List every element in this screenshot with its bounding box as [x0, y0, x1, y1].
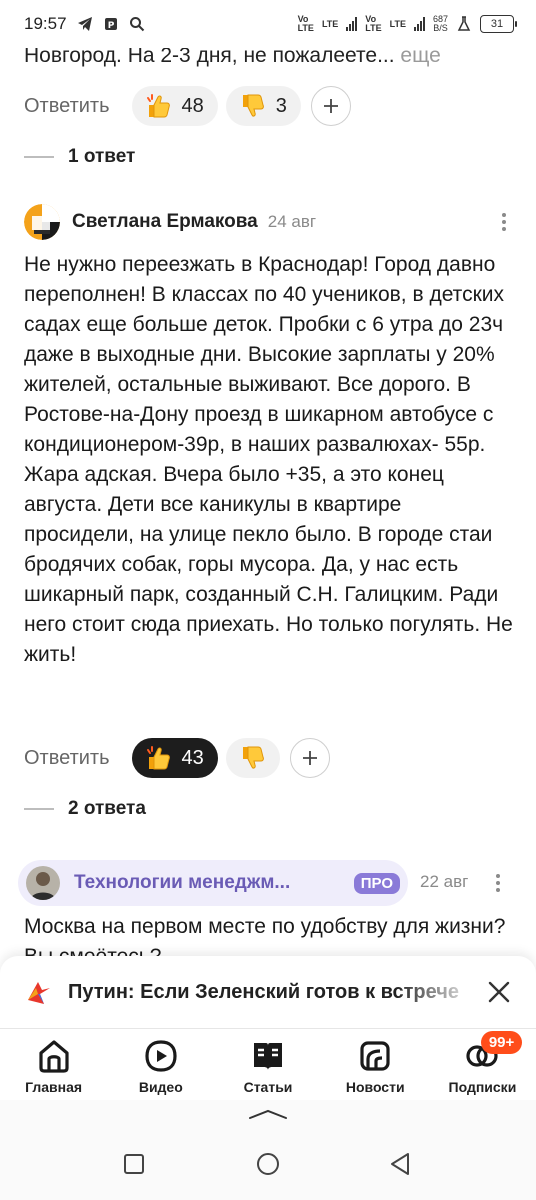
- network-speed: 687 B/S: [432, 14, 448, 33]
- prev-comment-actions: Ответить 48 3: [24, 86, 351, 126]
- avatar: [26, 866, 60, 900]
- volte-indicator-2: Vo LTE: [365, 14, 382, 33]
- articles-icon: [254, 1043, 282, 1070]
- lte-indicator-2: LTE: [389, 18, 406, 29]
- like-count: 48: [181, 94, 204, 117]
- pro-badge: ПРО: [353, 872, 400, 894]
- tab-home[interactable]: Главная: [0, 1029, 107, 1100]
- dislike-button[interactable]: 3: [225, 86, 301, 126]
- news-headline[interactable]: Путин: Если Зеленский готов к встрече: [68, 981, 478, 1004]
- lte-indicator-1: LTE: [321, 18, 339, 29]
- news-logo-icon: [28, 982, 50, 1004]
- more-options-icon[interactable]: [496, 874, 500, 892]
- status-time: 19:57: [24, 14, 67, 33]
- app-notification-icon: P: [103, 16, 119, 32]
- signal-icon: [413, 17, 425, 31]
- thumbs-down-icon: [242, 746, 264, 769]
- bottom-tab-bar: Главная Видео Статьи Новости Подписки 99…: [0, 1028, 536, 1100]
- news-icon: [360, 1041, 390, 1071]
- comment-author[interactable]: Светлана Ермакова: [72, 211, 258, 233]
- recents-icon[interactable]: [122, 1152, 146, 1176]
- video-icon: [145, 1040, 177, 1072]
- tab-video[interactable]: Видео: [107, 1029, 214, 1100]
- battery-icon: 31: [480, 15, 517, 33]
- close-icon[interactable]: [486, 979, 512, 1005]
- tab-subscriptions[interactable]: Подписки 99+: [429, 1029, 536, 1100]
- channel-name: Технологии менеджм...: [74, 872, 291, 893]
- channel-chip[interactable]: Технологии менеджм... ПРО: [18, 860, 408, 906]
- comment-text: Не нужно переезжать в Краснодар! Город д…: [24, 253, 513, 666]
- like-button[interactable]: 43: [131, 738, 218, 778]
- comment-date: 22 авг: [420, 872, 469, 891]
- tab-news[interactable]: Новости: [322, 1029, 429, 1100]
- thread-line: [24, 808, 54, 810]
- add-reaction-button[interactable]: [310, 86, 351, 126]
- news-banner[interactable]: Путин: Если Зеленский готов к встрече: [0, 956, 536, 1028]
- tab-articles[interactable]: Статьи: [214, 1029, 321, 1100]
- dislike-button[interactable]: [225, 738, 280, 778]
- thumbs-down-icon: [242, 94, 264, 117]
- more-options-icon[interactable]: [502, 213, 514, 231]
- plus-icon: [323, 99, 338, 113]
- reply-button[interactable]: Ответить: [24, 95, 110, 118]
- back-icon[interactable]: [388, 1151, 412, 1177]
- reply-button[interactable]: Ответить: [24, 747, 110, 770]
- chevron-up-icon[interactable]: [248, 1108, 288, 1120]
- add-reaction-button[interactable]: [289, 738, 330, 778]
- notification-badge: 99+: [480, 1031, 523, 1054]
- like-count: 43: [181, 746, 204, 769]
- flask-icon: [456, 16, 472, 32]
- avatar[interactable]: [24, 204, 60, 240]
- comment-actions: Ответить 43: [24, 738, 330, 778]
- replies-toggle[interactable]: 2 ответа: [24, 798, 146, 820]
- thumbs-up-icon: [146, 94, 170, 118]
- plus-icon: [302, 751, 317, 765]
- system-nav-bar: [0, 1100, 536, 1200]
- comment-text: Москва на первом месте по удобству для ж…: [24, 915, 506, 956]
- telegram-icon: [77, 16, 93, 32]
- signal-icon: [346, 17, 358, 31]
- dislike-count: 3: [275, 94, 287, 117]
- replies-count: 1 ответ: [68, 146, 136, 167]
- thumbs-up-icon: [146, 746, 170, 770]
- status-bar: 19:57 P Vo LTE LTE Vo LTE LTE 687 B/S 31: [0, 0, 536, 48]
- home-nav-icon[interactable]: [255, 1151, 281, 1177]
- like-button[interactable]: 48: [131, 86, 218, 126]
- search-icon: [129, 16, 145, 32]
- comment-header: Светлана Ермакова 24 авг: [24, 204, 514, 240]
- home-icon: [38, 1040, 69, 1073]
- comment-date: 24 авг: [267, 212, 317, 231]
- svg-text:P: P: [107, 21, 114, 31]
- replies-count: 2 ответа: [68, 798, 146, 819]
- volte-indicator-1: Vo LTE: [297, 14, 314, 33]
- replies-toggle[interactable]: 1 ответ: [24, 146, 135, 168]
- thread-line: [24, 156, 54, 158]
